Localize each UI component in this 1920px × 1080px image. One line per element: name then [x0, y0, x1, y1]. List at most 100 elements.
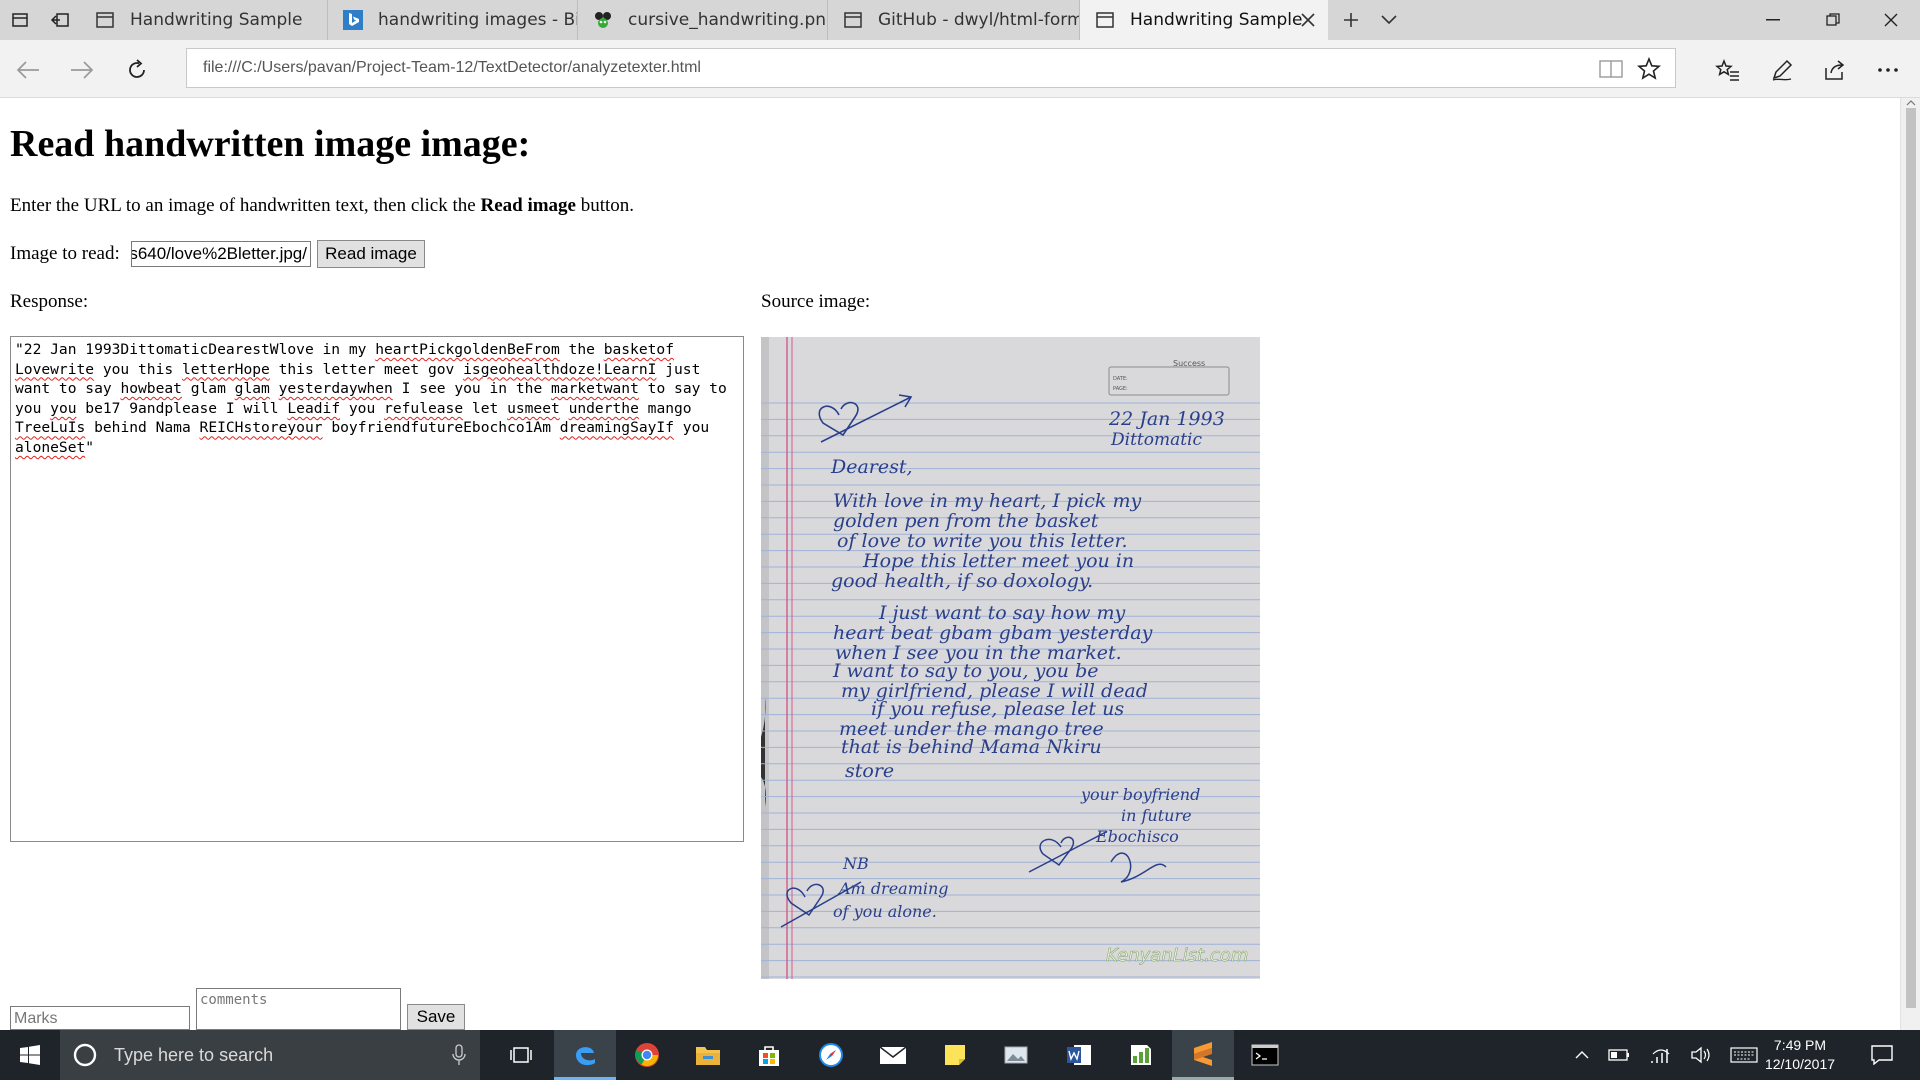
- response-textarea[interactable]: "22 Jan 1993DittomaticDearestWlove in my…: [10, 336, 744, 842]
- address-bar[interactable]: file:///C:/Users/pavan/Project-Team-12/T…: [186, 48, 1676, 88]
- letter-line: heart beat gbam gbam yesterday: [833, 622, 1153, 644]
- volume-icon[interactable]: [1686, 1030, 1716, 1080]
- source-image: Success DATE: PAGE: 22 Jan 1993 Dittomat…: [761, 337, 1260, 979]
- close-window-icon[interactable]: [1862, 0, 1920, 40]
- back-arrow-icon[interactable]: [8, 50, 48, 90]
- svg-text:Am dreaming: Am dreaming: [837, 879, 949, 898]
- love-letter-image: Success DATE: PAGE: 22 Jan 1993 Dittomat…: [761, 337, 1260, 979]
- touch-keyboard-icon[interactable]: [1726, 1030, 1762, 1080]
- system-clock[interactable]: 7:49 PM 12/10/2017: [1760, 1036, 1840, 1074]
- sticky-notes-icon[interactable]: [924, 1030, 986, 1080]
- response-text: ": [85, 438, 95, 456]
- cortana-circle-icon: [73, 1043, 97, 1067]
- read-image-button[interactable]: Read image: [317, 240, 425, 268]
- response-text: you this: [94, 360, 182, 378]
- misspelled-word: Leadif: [287, 399, 341, 417]
- bing-icon: [342, 9, 364, 31]
- page-scrollbar[interactable]: [1900, 98, 1920, 1030]
- clock-date: 12/10/2017: [1764, 1056, 1836, 1072]
- misspelled-word: letterHope: [181, 360, 270, 378]
- letter-line: that is behind Mama Nkiru: [841, 736, 1102, 758]
- save-button[interactable]: Save: [407, 1004, 465, 1030]
- svg-text:Dittomatic: Dittomatic: [1110, 430, 1202, 450]
- misspelled-word: basketof: [603, 341, 674, 358]
- source-image-label: Source image:: [761, 291, 871, 312]
- tab-cursive-handwriting[interactable]: cursive_handwriting.png: [578, 0, 828, 40]
- more-ellipsis-icon[interactable]: [1868, 50, 1908, 90]
- windows-start-icon[interactable]: [0, 1030, 60, 1080]
- excel-chart-icon[interactable]: [1110, 1030, 1172, 1080]
- misspelled-word: marketwant: [551, 380, 639, 398]
- microphone-icon: [452, 1044, 466, 1065]
- comments-textarea[interactable]: comments: [196, 988, 401, 1030]
- tab-github[interactable]: GitHub - dwyl/html-form-se: [828, 0, 1080, 40]
- reading-view-icon[interactable]: [1597, 55, 1625, 83]
- close-tab-icon[interactable]: [1298, 10, 1318, 30]
- battery-icon[interactable]: [1604, 1030, 1634, 1080]
- tab-preview-chevron-icon[interactable]: [1369, 0, 1409, 40]
- set-aside-tabs-icon[interactable]: [40, 0, 80, 40]
- edge-browser-icon[interactable]: [554, 1030, 616, 1080]
- forward-arrow-icon[interactable]: [62, 50, 102, 90]
- file-explorer-icon[interactable]: [677, 1030, 739, 1080]
- favorite-star-icon[interactable]: [1635, 55, 1663, 83]
- letter-line: good health, if so doxology.: [831, 570, 1093, 592]
- web-page: Read handwritten image image: Enter the …: [0, 98, 1900, 1030]
- new-tab-icon[interactable]: [1331, 0, 1371, 40]
- misspelled-word: aloneSet: [15, 438, 86, 456]
- tab-manager-icon[interactable]: [0, 0, 40, 40]
- tab-handwriting-sample-1[interactable]: Handwriting Sample: [80, 0, 328, 40]
- tab-label: Handwriting Sample: [130, 10, 303, 30]
- minimize-icon[interactable]: [1744, 0, 1802, 40]
- svg-text:of you alone.: of you alone.: [833, 902, 937, 921]
- response-text: boyfriendfutureEbochco1Am: [322, 419, 560, 437]
- scrollbar-thumb[interactable]: [1906, 108, 1916, 1008]
- misspelled-word: TreeLuIs: [15, 419, 86, 437]
- safari-icon[interactable]: [800, 1030, 862, 1080]
- svg-text:NB: NB: [842, 854, 869, 873]
- marks-input[interactable]: Marks: [10, 1006, 190, 1030]
- letter-line: Dearest,: [830, 456, 913, 478]
- misspelled-word: you: [50, 399, 77, 417]
- show-hidden-icons-chevron-icon[interactable]: [1568, 1030, 1596, 1080]
- command-prompt-icon[interactable]: [1234, 1030, 1296, 1080]
- favorites-hub-icon[interactable]: [1707, 50, 1747, 90]
- scroll-up-arrow-icon: [1906, 100, 1916, 106]
- svg-text:in future: in future: [1121, 806, 1192, 825]
- letter-line: I want to say to you, you be: [832, 660, 1098, 682]
- web-note-pen-icon[interactable]: [1762, 50, 1802, 90]
- image-viewer-icon[interactable]: [986, 1030, 1048, 1080]
- svg-text:Ebochisco: Ebochisco: [1095, 827, 1179, 846]
- watermark: KenyanList.com: [1106, 945, 1248, 966]
- word-icon[interactable]: [1048, 1030, 1110, 1080]
- misspelled-word: refulease: [384, 399, 464, 417]
- chrome-icon[interactable]: [616, 1030, 678, 1080]
- mail-icon[interactable]: [862, 1030, 924, 1080]
- taskbar: Type here to search 7:49 PM 12/10/2017: [0, 1030, 1920, 1080]
- action-center-icon[interactable]: [1862, 1030, 1902, 1080]
- store-icon[interactable]: [738, 1030, 800, 1080]
- letter-line: I just want to say how my: [878, 602, 1126, 624]
- misspelled-word: usmeet: [507, 399, 560, 417]
- search-placeholder: Type here to search: [114, 1044, 274, 1065]
- letter-line: of love to write you this letter.: [837, 530, 1128, 552]
- address-url: file:///C:/Users/pavan/Project-Team-12/T…: [203, 59, 701, 76]
- svg-text:Success: Success: [1173, 359, 1205, 368]
- sublime-text-icon[interactable]: [1172, 1030, 1234, 1080]
- share-icon[interactable]: [1815, 50, 1855, 90]
- response-text: let: [463, 399, 508, 417]
- response-text: this letter meet gov: [269, 360, 464, 378]
- tab-bing-images[interactable]: handwriting images - Bing i: [328, 0, 578, 40]
- taskbar-search-box[interactable]: Type here to search: [60, 1030, 480, 1080]
- tab-handwriting-sample-active[interactable]: Handwriting Sample: [1080, 0, 1328, 40]
- misspelled-word: REICHstoreyour: [199, 419, 323, 437]
- wifi-icon[interactable]: [1646, 1030, 1676, 1080]
- refresh-icon[interactable]: [117, 50, 157, 90]
- svg-text:22 Jan 1993: 22 Jan 1993: [1108, 408, 1225, 430]
- page-icon: [842, 9, 864, 31]
- task-view-icon[interactable]: [490, 1030, 552, 1080]
- restore-icon[interactable]: [1804, 0, 1862, 40]
- misspelled-word: glam: [234, 380, 270, 398]
- image-url-input[interactable]: /s640/love%2Bletter.jpg: [131, 241, 311, 267]
- misspelled-word: isgeohealthdoze!LearnI: [463, 360, 657, 378]
